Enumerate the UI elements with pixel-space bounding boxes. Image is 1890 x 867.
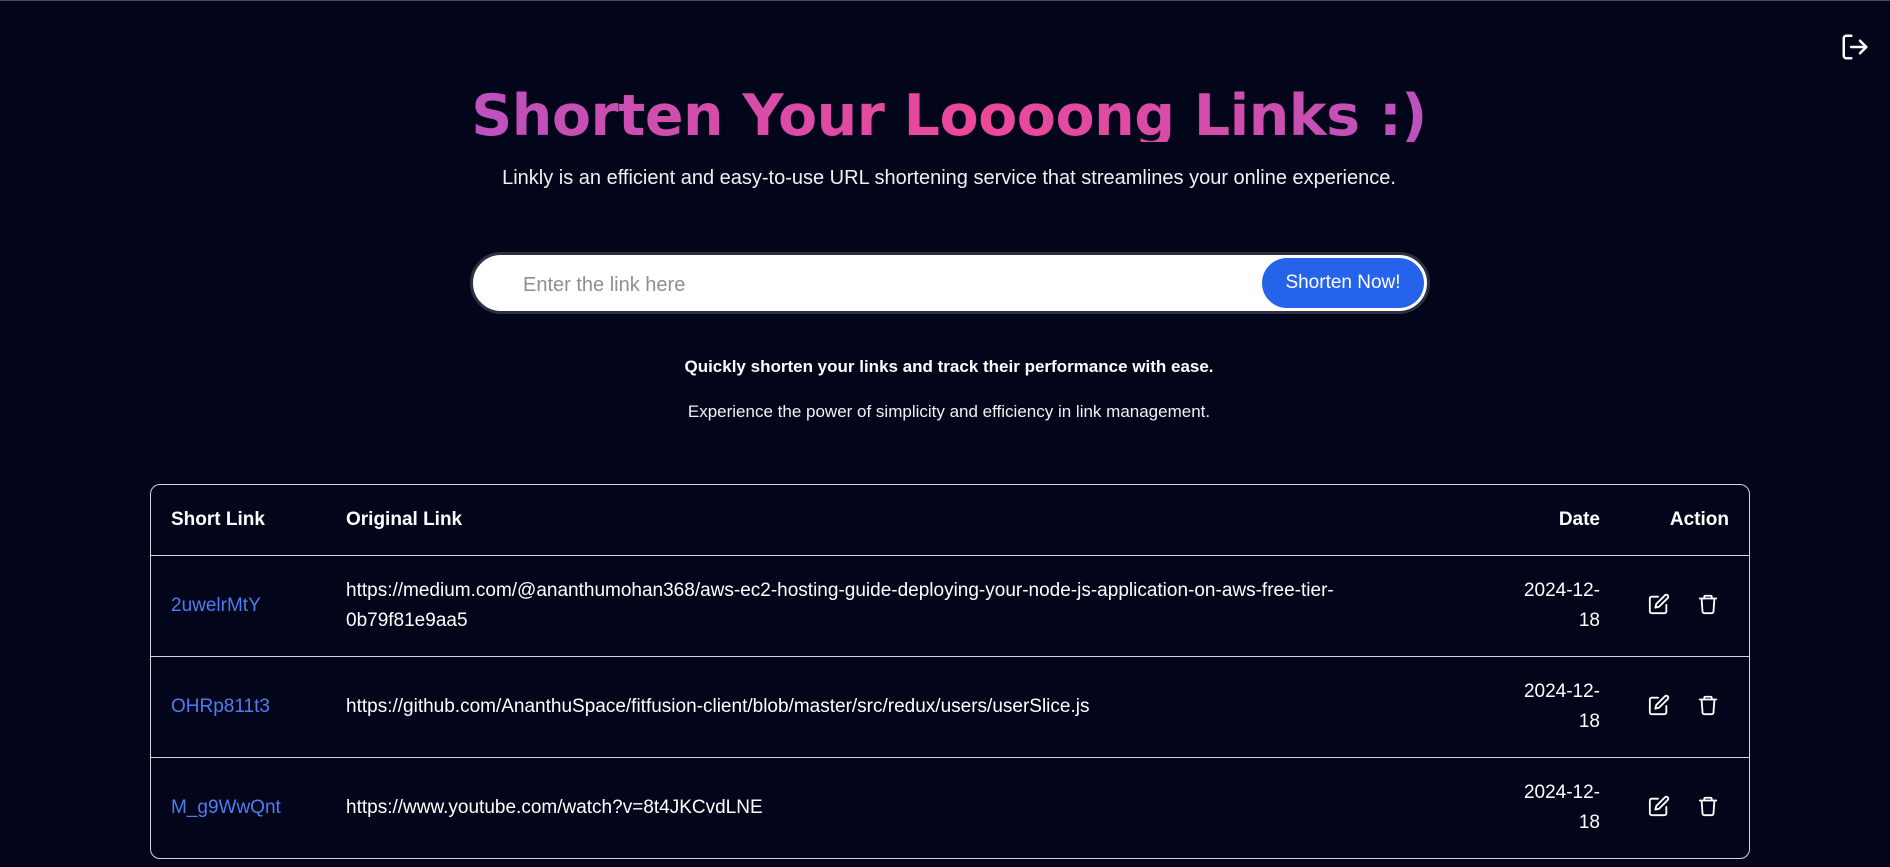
header-short-link: Short Link	[171, 509, 265, 530]
trash-icon	[1698, 695, 1718, 716]
tagline-primary: Quickly shorten your links and track the…	[684, 357, 1214, 376]
short-link[interactable]: M_g9WwQnt	[171, 793, 281, 823]
date-line-2: 18	[1578, 812, 1600, 833]
date-cell: 2024-12- 18	[1490, 778, 1600, 838]
window-top-border	[0, 0, 1890, 1]
date-line-2: 18	[1578, 711, 1600, 732]
date-line-1: 2024-12-	[1523, 782, 1600, 803]
table-row: OHRp811t3 https://github.com/AnanthuSpac…	[151, 657, 1749, 758]
trash-icon	[1698, 594, 1718, 615]
shorten-now-button[interactable]: Shorten Now!	[1262, 258, 1424, 308]
edit-icon	[1648, 795, 1670, 817]
page-subtitle: Linkly is an efficient and easy-to-use U…	[502, 167, 1396, 189]
date-line-2: 18	[1578, 610, 1600, 631]
short-link[interactable]: OHRp811t3	[171, 692, 270, 722]
table-row: 2uwelrMtY https://medium.com/@ananthumoh…	[151, 556, 1749, 657]
edit-icon	[1648, 593, 1670, 615]
edit-button[interactable]	[1648, 694, 1674, 720]
short-link[interactable]: 2uwelrMtY	[171, 591, 261, 621]
table-row: M_g9WwQnt https://www.youtube.com/watch?…	[151, 758, 1749, 858]
date-cell: 2024-12- 18	[1490, 576, 1600, 636]
tagline-secondary: Experience the power of simplicity and e…	[687, 402, 1211, 421]
logout-button[interactable]	[1840, 32, 1870, 62]
original-link: https://www.youtube.com/watch?v=8t4JKCvd…	[346, 797, 763, 818]
date-cell: 2024-12- 18	[1490, 677, 1600, 737]
edit-icon	[1648, 694, 1670, 716]
header-action: Action	[1669, 509, 1729, 530]
header-original-link: Original Link	[346, 509, 463, 530]
logout-icon	[1842, 34, 1868, 60]
original-link: https://medium.com/@ananthumohan368/aws-…	[346, 580, 1334, 631]
links-table: Short Link Original Link Date Action 2uw…	[150, 484, 1750, 859]
delete-button[interactable]	[1697, 795, 1723, 821]
date-line-1: 2024-12-	[1523, 580, 1600, 601]
delete-button[interactable]	[1697, 694, 1723, 720]
delete-button[interactable]	[1697, 593, 1723, 619]
original-link: https://github.com/AnanthuSpace/fitfusio…	[346, 696, 1090, 717]
trash-icon	[1698, 796, 1718, 817]
edit-button[interactable]	[1648, 593, 1674, 619]
date-line-1: 2024-12-	[1523, 681, 1600, 702]
header-date: Date	[1558, 509, 1600, 530]
table-header-row: Short Link Original Link Date Action	[151, 485, 1749, 556]
edit-button[interactable]	[1648, 795, 1674, 821]
shorten-form: Shorten Now!	[470, 252, 1430, 314]
page-title: Shorten Your Loooong Links :)	[0, 78, 1890, 142]
link-input[interactable]	[521, 264, 1225, 306]
